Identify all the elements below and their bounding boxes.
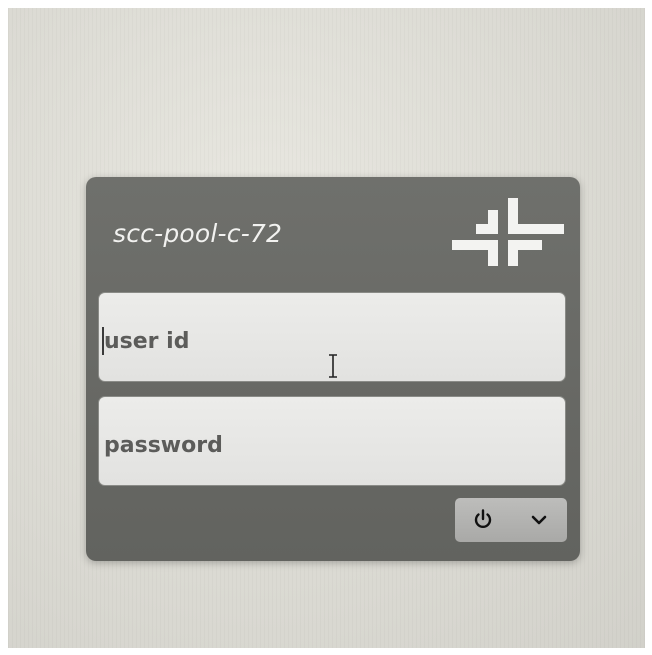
password-placeholder: password <box>104 433 223 458</box>
power-button[interactable] <box>455 498 511 542</box>
user-id-placeholder: user id <box>104 329 190 354</box>
chevron-down-icon <box>531 515 547 525</box>
session-controls <box>455 498 567 542</box>
password-input[interactable]: password <box>98 396 566 486</box>
cross-arrows-logo-icon <box>452 198 564 266</box>
session-menu-button[interactable] <box>511 498 567 542</box>
hostname-label: scc-pool-c-72 <box>113 219 283 248</box>
text-cursor-icon <box>329 354 337 378</box>
power-icon <box>474 509 492 529</box>
